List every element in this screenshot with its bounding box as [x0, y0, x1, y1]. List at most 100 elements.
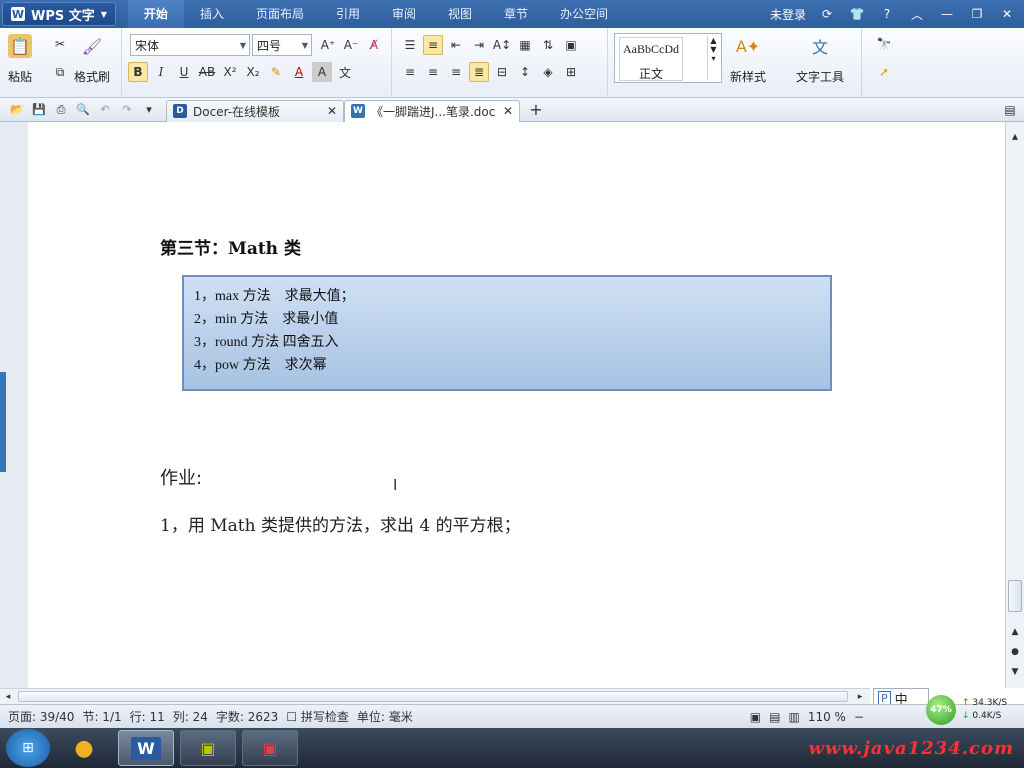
app-menu-button[interactable]: W WPS 文字 ▼ — [2, 2, 116, 26]
tab-office-space[interactable]: 办公空间 — [544, 0, 624, 28]
tab-label: Docer-在线模板 — [193, 104, 281, 119]
sync-icon[interactable]: ⟳ — [818, 7, 836, 21]
open-icon[interactable]: 📂 — [8, 101, 26, 119]
tab-references[interactable]: 引用 — [320, 0, 376, 28]
scroll-up-icon[interactable]: ▴ — [1006, 126, 1024, 146]
print-icon[interactable]: ⎙ — [52, 101, 70, 119]
text-direction-icon[interactable]: A↕ — [492, 35, 512, 55]
superscript-icon[interactable]: X² — [220, 62, 240, 82]
tab-home[interactable]: 开始 — [127, 0, 184, 28]
previous-page-icon[interactable]: ▲ — [1006, 622, 1024, 642]
table-icon[interactable]: ▦ — [515, 35, 535, 55]
skin-icon[interactable]: 👕 — [848, 7, 866, 21]
font-color-icon[interactable]: A — [289, 62, 309, 82]
increase-indent-icon[interactable]: ⇥ — [469, 35, 489, 55]
font-size-select[interactable]: 四号 ▼ — [252, 34, 312, 56]
grow-font-icon[interactable]: A⁺ — [318, 35, 338, 55]
outline-view-icon[interactable]: ▤ — [769, 710, 780, 724]
bullet-list-icon[interactable]: ☰ — [400, 35, 420, 55]
zoom-out-icon[interactable]: − — [854, 710, 864, 724]
numbered-list-icon[interactable]: ≡ — [423, 35, 443, 55]
web-view-icon[interactable]: ▥ — [788, 710, 799, 724]
tab-insert[interactable]: 插入 — [184, 0, 240, 28]
zoom-value[interactable]: 110 % — [808, 710, 846, 724]
minimize-icon[interactable]: — — [938, 7, 956, 21]
text-tools-button[interactable]: 文 文字工具 — [796, 34, 844, 85]
close-tab-icon[interactable]: ✕ — [327, 104, 337, 118]
char-shading-icon[interactable]: A — [312, 62, 332, 82]
align-left-icon[interactable]: ≡ — [400, 62, 420, 82]
document-page[interactable]: 第三节：Math 类 1，max 方法 求最大值； 2，min 方法 求最小值 … — [28, 122, 1005, 688]
collapse-ribbon-icon[interactable]: ︿ — [908, 6, 926, 23]
tab-current-document[interactable]: W 《一脚踹进J...笔录.doc ✕ — [344, 99, 520, 122]
new-tab-icon[interactable]: + — [526, 100, 546, 120]
taskbar-app-media[interactable]: ● — [56, 730, 112, 766]
sort-icon[interactable]: ⇅ — [538, 35, 558, 55]
vertical-scroll-thumb[interactable] — [1008, 580, 1022, 612]
new-style-button[interactable]: A✦ 新样式 — [730, 34, 766, 85]
close-icon[interactable]: ✕ — [998, 7, 1016, 21]
close-tab-icon[interactable]: ✕ — [503, 104, 513, 118]
text-tools-icon: 文 — [811, 38, 828, 57]
find-icon[interactable]: 🔭 — [874, 34, 894, 54]
underline-icon[interactable]: U — [174, 62, 194, 82]
print-preview-icon[interactable]: 🔍 — [74, 101, 92, 119]
vertical-scrollbar[interactable]: ▴ ▲ ● ▼ — [1005, 122, 1024, 688]
next-page-icon[interactable]: ▼ — [1006, 662, 1024, 682]
taskbar-app-wps[interactable]: W — [118, 730, 174, 766]
status-page[interactable]: 页面: 39/40 — [8, 708, 74, 725]
phonetic-guide-icon[interactable]: 文 — [335, 62, 355, 82]
undo-icon[interactable]: ↶ — [96, 101, 114, 119]
border-icon[interactable]: ⊞ — [561, 62, 581, 82]
taskbar-app-recorder[interactable]: ▣ — [242, 730, 298, 766]
tab-review[interactable]: 审阅 — [376, 0, 432, 28]
highlight-icon[interactable]: ✎ — [266, 62, 286, 82]
bold-icon[interactable]: B — [128, 62, 148, 82]
subscript-icon[interactable]: X₂ — [243, 62, 263, 82]
clear-format-icon[interactable]: A̸ — [364, 35, 384, 55]
styles-group: A✦ 新样式 — [608, 28, 788, 98]
horizontal-scroll-thumb[interactable] — [18, 691, 848, 702]
login-link[interactable]: 未登录 — [770, 6, 806, 23]
customize-toolbar-icon[interactable]: ▾ — [140, 101, 158, 119]
line-spacing-icon[interactable]: ↕ — [515, 62, 535, 82]
frame-icon[interactable]: ▣ — [561, 35, 581, 55]
italic-icon[interactable]: I — [151, 62, 171, 82]
copy-icon[interactable]: ⧉ — [50, 62, 70, 82]
tab-view[interactable]: 视图 — [432, 0, 488, 28]
tab-page-layout[interactable]: 页面布局 — [240, 0, 320, 28]
terminal-icon: ▣ — [200, 738, 216, 758]
tab-docer-templates[interactable]: D Docer-在线模板 ✕ — [166, 99, 344, 122]
font-name-select[interactable]: 宋体 ▼ — [130, 34, 250, 56]
shading-icon[interactable]: ◈ — [538, 62, 558, 82]
status-word-count[interactable]: 字数: 2623 — [216, 708, 278, 725]
format-painter-button[interactable]: 🖌 格式刷 — [74, 34, 110, 85]
select-browse-object-icon[interactable]: ● — [1006, 642, 1024, 662]
quick-access-toolbar: 📂 💾 ⎙ 🔍 ↶ ↷ ▾ — [0, 101, 158, 119]
network-monitor[interactable]: 47% ↑ 34.3K/S ↓ 0.4K/S — [926, 692, 1024, 728]
select-icon[interactable]: ➚ — [874, 62, 894, 82]
decrease-indent-icon[interactable]: ⇤ — [446, 35, 466, 55]
align-right-icon[interactable]: ≡ — [446, 62, 466, 82]
spell-check-toggle[interactable]: ☐ 拼写检查 — [286, 708, 349, 725]
page-view-icon[interactable]: ▣ — [750, 710, 761, 724]
paste-button[interactable]: 📋 粘贴 — [8, 34, 32, 85]
help-icon[interactable]: ? — [878, 7, 896, 21]
taskbar-app-terminal[interactable]: ▣ — [180, 730, 236, 766]
justify-icon[interactable]: ≣ — [469, 62, 489, 82]
cut-icon[interactable]: ✂ — [50, 34, 70, 54]
strikethrough-icon[interactable]: AB — [197, 62, 217, 82]
start-button[interactable]: ⊞ — [6, 729, 50, 767]
redo-icon[interactable]: ↷ — [118, 101, 136, 119]
network-percent: 47% — [926, 695, 956, 725]
new-style-icon: A✦ — [735, 36, 761, 56]
shrink-font-icon[interactable]: A⁻ — [341, 35, 361, 55]
save-icon[interactable]: 💾 — [30, 101, 48, 119]
align-center-icon[interactable]: ≡ — [423, 62, 443, 82]
horizontal-scrollbar[interactable]: ◂ ▸ — [0, 688, 870, 704]
tab-chapter[interactable]: 章节 — [488, 0, 544, 28]
distribute-icon[interactable]: ⊟ — [492, 62, 512, 82]
side-panel-toggle[interactable] — [0, 372, 6, 472]
tab-list-icon[interactable]: ▤ — [1000, 100, 1020, 120]
restore-icon[interactable]: ❐ — [968, 7, 986, 21]
